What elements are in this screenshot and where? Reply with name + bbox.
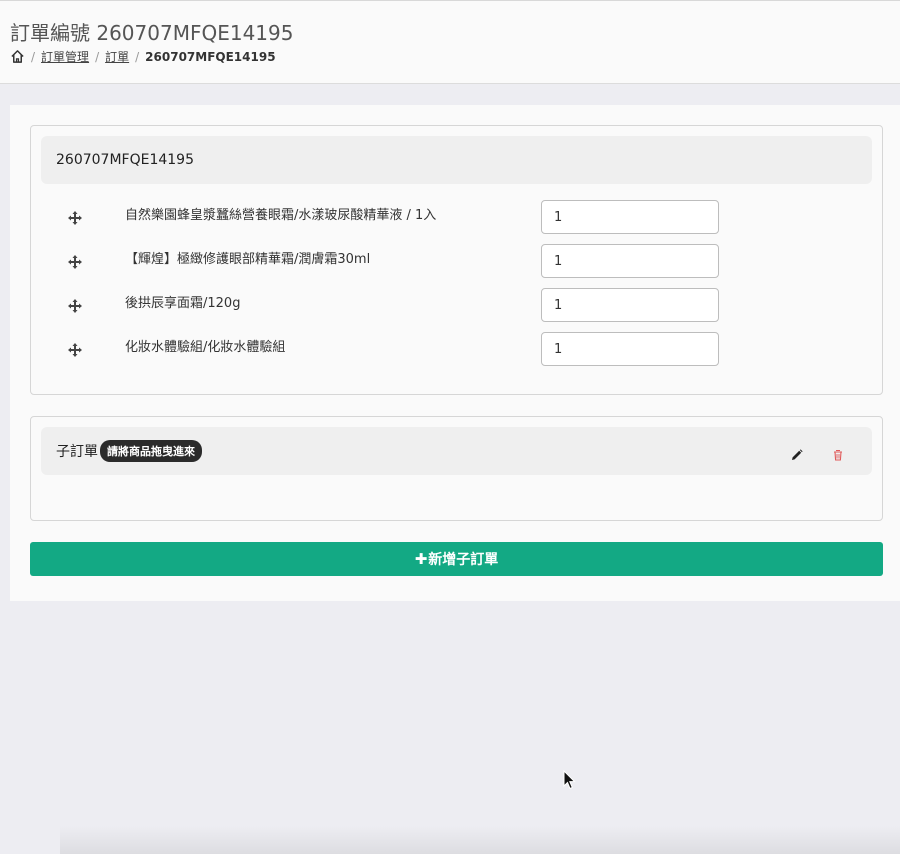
quantity-input[interactable] <box>541 288 719 322</box>
order-item-row[interactable]: 化妝水體驗組/化妝水體驗組 <box>31 332 884 366</box>
move-icon[interactable] <box>67 254 83 270</box>
page-title: 訂單編號 260707MFQE14195 <box>10 21 294 45</box>
drag-hint-badge: 請將商品拖曳進來 <box>100 440 202 462</box>
plus-icon: ✚ <box>414 550 428 568</box>
breadcrumb-link-orders[interactable]: 訂單 <box>105 48 129 65</box>
pencil-icon[interactable] <box>791 446 803 460</box>
quantity-input[interactable] <box>541 200 719 234</box>
order-item-name: 自然樂園蜂皇漿蠶絲營養眼霜/水漾玻尿酸精華液 / 1入 <box>125 208 437 223</box>
move-icon[interactable] <box>67 210 83 226</box>
bottom-shadow <box>60 826 900 854</box>
content-panel: 260707MFQE14195 自然樂園蜂皇漿蠶絲營養眼霜/水漾玻尿酸精華液 /… <box>10 105 900 601</box>
move-icon[interactable] <box>67 298 83 314</box>
main-order-card: 260707MFQE14195 自然樂園蜂皇漿蠶絲營養眼霜/水漾玻尿酸精華液 /… <box>30 125 883 395</box>
move-icon[interactable] <box>67 342 83 358</box>
breadcrumb-current: 260707MFQE14195 <box>145 49 276 64</box>
sub-order-card[interactable]: 子訂單 請將商品拖曳進來 <box>30 416 883 521</box>
order-item-row[interactable]: 後拱辰享面霜/120g <box>31 288 884 322</box>
order-item-row[interactable]: 【輝煌】極緻修護眼部精華霜/潤膚霜30ml <box>31 244 884 278</box>
breadcrumb: / 訂單管理 / 訂單 / 260707MFQE14195 <box>10 48 276 65</box>
add-sub-order-button[interactable]: ✚ 新增子訂單 <box>30 542 883 576</box>
sub-order-header: 子訂單 請將商品拖曳進來 <box>41 427 872 475</box>
quantity-input[interactable] <box>541 332 719 366</box>
breadcrumb-link-order-management[interactable]: 訂單管理 <box>41 48 89 65</box>
home-icon[interactable] <box>10 49 25 64</box>
order-item-name: 化妝水體驗組/化妝水體驗組 <box>125 340 286 355</box>
order-item-row[interactable]: 自然樂園蜂皇漿蠶絲營養眼霜/水漾玻尿酸精華液 / 1入 <box>31 200 884 234</box>
breadcrumb-separator: / <box>31 49 36 64</box>
breadcrumb-separator: / <box>95 49 100 64</box>
quantity-input[interactable] <box>541 244 719 278</box>
order-item-name: 【輝煌】極緻修護眼部精華霜/潤膚霜30ml <box>125 252 371 267</box>
main-order-code: 260707MFQE14195 <box>56 152 194 168</box>
trash-icon[interactable] <box>832 446 844 461</box>
breadcrumb-separator: / <box>135 49 140 64</box>
main-order-header: 260707MFQE14195 <box>41 136 872 184</box>
mouse-cursor-icon <box>563 769 577 790</box>
page-header: 訂單編號 260707MFQE14195 / 訂單管理 / 訂單 / 26070… <box>0 0 900 84</box>
order-item-name: 後拱辰享面霜/120g <box>125 296 241 311</box>
sub-order-title: 子訂單 <box>56 444 98 460</box>
add-sub-order-label: 新增子訂單 <box>428 552 499 568</box>
